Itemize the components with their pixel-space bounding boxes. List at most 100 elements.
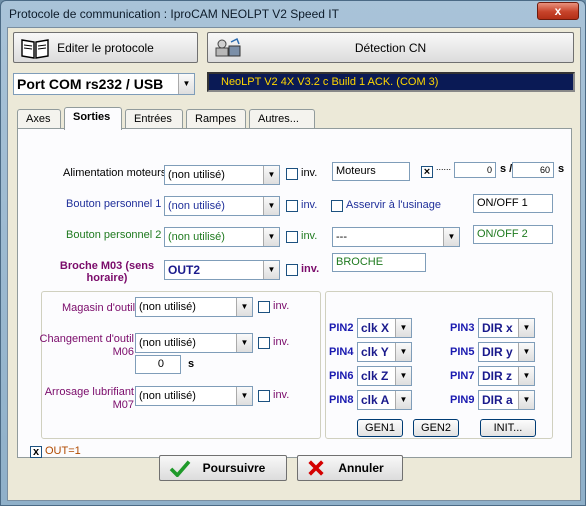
bp1-value: (non utilisé)	[168, 200, 225, 212]
alim-delay2-field[interactable]: 60	[512, 162, 554, 178]
magasin-select[interactable]: (non utilisé) ▼	[135, 297, 253, 317]
asservir-label: Asservir à l'usinage	[346, 199, 442, 211]
chevron-down-icon[interactable]: ▼	[236, 298, 252, 316]
alim-unit2: s	[558, 163, 565, 175]
tab-autres[interactable]: Autres...	[249, 109, 315, 129]
alim-dots: ......	[436, 162, 452, 172]
tab-rampes[interactable]: Rampes	[186, 109, 246, 129]
pin2-select[interactable]: clk X ▼	[357, 318, 412, 338]
bp1-select[interactable]: (non utilisé) ▼	[164, 196, 280, 216]
chevron-down-icon[interactable]: ▼	[263, 261, 279, 279]
changement-select[interactable]: (non utilisé) ▼	[135, 333, 253, 353]
gen2-button[interactable]: GEN2	[413, 419, 459, 437]
bp2-inv-label: inv.	[301, 230, 318, 242]
m03-name-field[interactable]: BROCHE	[332, 253, 426, 272]
pin6-label: PIN6	[329, 370, 354, 382]
pin2-value: clk X	[361, 321, 390, 335]
book-icon	[21, 39, 49, 59]
bp1-name-field[interactable]: ON/OFF 1	[473, 194, 553, 213]
bp2-mode-select[interactable]: --- ▼	[332, 227, 460, 247]
out1-checkbox[interactable]: x	[30, 446, 42, 458]
chevron-down-icon[interactable]: ▼	[518, 367, 534, 385]
magasin-inv-checkbox[interactable]	[258, 301, 270, 313]
chevron-down-icon[interactable]: ▼	[263, 228, 279, 246]
chevron-down-icon[interactable]: ▼	[263, 166, 279, 184]
chevron-down-icon[interactable]: ▼	[395, 343, 411, 361]
chevron-down-icon[interactable]: ▼	[236, 334, 252, 352]
alim-inv-label: inv.	[301, 167, 318, 179]
chevron-down-icon[interactable]: ▼	[395, 367, 411, 385]
close-button[interactable]: x	[537, 2, 579, 20]
magasin-value: (non utilisé)	[139, 301, 196, 313]
tab-axes[interactable]: Axes	[17, 109, 61, 129]
alim-delay1-field[interactable]: 0	[454, 162, 496, 178]
detect-cn-button[interactable]: Détection CN	[207, 32, 574, 63]
arrosage-select[interactable]: (non utilisé) ▼	[135, 386, 253, 406]
arrosage-value: (non utilisé)	[139, 390, 196, 402]
init-button[interactable]: INIT...	[480, 419, 536, 437]
bp1-inv-checkbox[interactable]	[286, 200, 298, 212]
pin7-select[interactable]: DIR z ▼	[478, 366, 535, 386]
pin9-select[interactable]: DIR a ▼	[478, 390, 535, 410]
annuler-label: Annuler	[338, 461, 384, 475]
alim-unit1: s /	[500, 163, 513, 175]
annuler-button[interactable]: Annuler	[297, 455, 403, 481]
broche-m03-value: OUT2	[168, 263, 201, 277]
chevron-down-icon[interactable]: ▼	[395, 391, 411, 409]
m03-inv-checkbox[interactable]	[286, 264, 298, 276]
chevron-down-icon[interactable]: ▼	[518, 391, 534, 409]
poursuivre-button[interactable]: Poursuivre	[159, 455, 287, 481]
bp2-name-field[interactable]: ON/OFF 2	[473, 225, 553, 244]
arrosage-inv-checkbox[interactable]	[258, 390, 270, 402]
tab-sorties[interactable]: Sorties	[64, 107, 122, 130]
alim-delay-checkbox[interactable]: ×	[421, 166, 433, 178]
chevron-down-icon[interactable]: ▼	[236, 387, 252, 405]
broche-m03-select[interactable]: OUT2 ▼	[164, 260, 280, 280]
broche-m03-label: Broche M03 (sens horaire)	[59, 260, 155, 284]
alim-name-field[interactable]: Moteurs	[332, 162, 410, 181]
pin3-select[interactable]: DIR x ▼	[478, 318, 535, 338]
alim-moteurs-select[interactable]: (non utilisé) ▼	[164, 165, 280, 185]
chevron-down-icon[interactable]: ▼	[443, 228, 459, 246]
port-select[interactable]: Port COM rs232 / USB ▼	[13, 73, 195, 95]
bp2-select[interactable]: (non utilisé) ▼	[164, 227, 280, 247]
chevron-down-icon[interactable]: ▼	[178, 74, 194, 94]
alim-inv-checkbox[interactable]	[286, 168, 298, 180]
edit-protocol-button[interactable]: Editer le protocole	[13, 32, 198, 63]
pin4-select[interactable]: clk Y ▼	[357, 342, 412, 362]
tab-entrees[interactable]: Entrées	[125, 109, 183, 129]
checkmark-icon	[169, 460, 191, 477]
changement-delay-field[interactable]: 0	[135, 355, 181, 374]
asservir-checkbox[interactable]	[331, 200, 343, 212]
bp2-mode-value: ---	[336, 231, 347, 243]
dialog-window: Protocole de communication : IproCAM NEO…	[0, 0, 586, 506]
pin5-value: DIR y	[482, 345, 513, 359]
pin5-select[interactable]: DIR y ▼	[478, 342, 535, 362]
changement-inv-checkbox[interactable]	[258, 337, 270, 349]
pin5-label: PIN5	[450, 346, 475, 358]
pin2-label: PIN2	[329, 322, 354, 334]
network-detect-icon	[215, 37, 241, 57]
gen1-button[interactable]: GEN1	[357, 419, 403, 437]
port-select-value: Port COM rs232 / USB	[17, 76, 164, 92]
chevron-down-icon[interactable]: ▼	[518, 343, 534, 361]
bp1-label: Bouton personnel 1	[66, 198, 162, 210]
alim-moteurs-value: (non utilisé)	[168, 169, 225, 181]
chevron-down-icon[interactable]: ▼	[263, 197, 279, 215]
pin4-value: clk Y	[361, 345, 389, 359]
edit-protocol-label: Editer le protocole	[57, 40, 154, 55]
chevron-down-icon[interactable]: ▼	[395, 319, 411, 337]
bp2-inv-checkbox[interactable]	[286, 231, 298, 243]
arrosage-label: Arrosage lubrifiant M07	[44, 386, 134, 411]
chevron-down-icon[interactable]: ▼	[518, 319, 534, 337]
pin9-label: PIN9	[450, 394, 475, 406]
magasin-label: Magasin d'outil	[62, 302, 136, 314]
changement-delay-unit: s	[188, 358, 195, 370]
pin7-value: DIR z	[482, 369, 512, 383]
poursuivre-label: Poursuivre	[202, 461, 266, 475]
arrosage-inv-label: inv.	[273, 389, 290, 401]
pin6-select[interactable]: clk Z ▼	[357, 366, 412, 386]
pin-mapping-group	[325, 291, 553, 439]
title-bar[interactable]: Protocole de communication : IproCAM NEO…	[1, 1, 585, 29]
pin8-select[interactable]: clk A ▼	[357, 390, 412, 410]
